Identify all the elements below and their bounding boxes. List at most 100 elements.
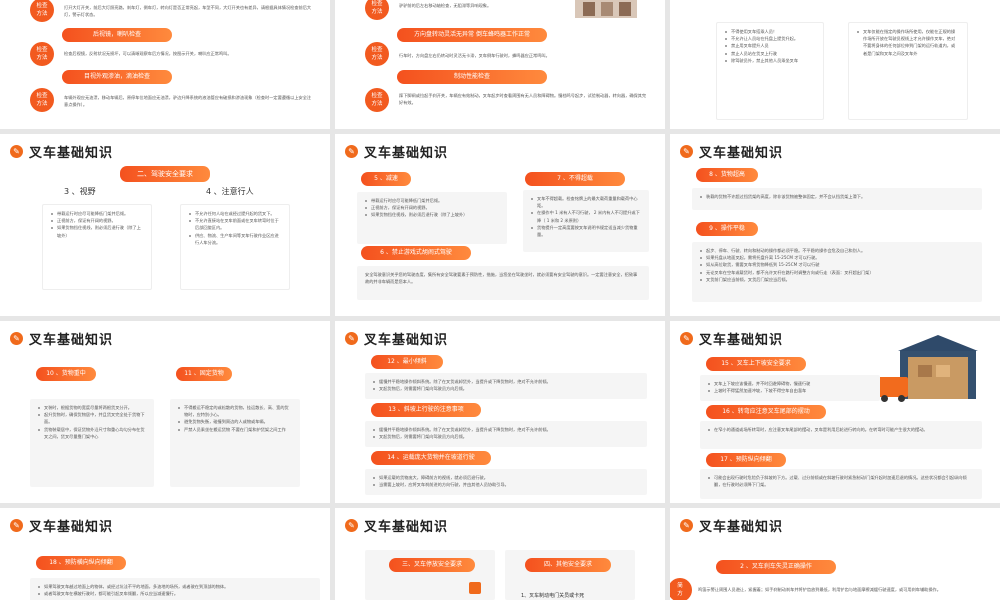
slide-header: ✎ 叉车基础知识	[345, 142, 448, 161]
slide-header: ✎ 叉车基础知识	[680, 329, 783, 348]
pencil-icon: ✎	[345, 145, 358, 158]
section-pill: 2 、叉车刹车失灵正确操作	[716, 560, 836, 574]
section-pill: 6 、禁止游戏式胡闹式驾驶	[361, 246, 471, 260]
section-pill: 9 、操作平稳	[696, 222, 758, 236]
slide-title: 叉车基础知识	[699, 146, 784, 161]
slide-header: ✎ 叉车基础知识	[680, 516, 783, 535]
list-item: 叉车仅能在指定的操作场所使用，仅能在正规的操作场所开放在驾驶员视线上才允许操作叉…	[857, 28, 959, 57]
list-item: 货物提升一定高度要按叉车说明书规定适当减少货物重量。	[531, 224, 641, 238]
method-badge: 检查 方法	[30, 42, 54, 66]
slide-prevent-tipover: ✎ 叉车基础知识 18 、预防横向纵向倾翻 如果驾驶叉车越过地面上的物体，或经过坑…	[0, 508, 330, 600]
rules-box: 不允许任何人站在或经过提升起的货叉下。 不允许直接站在叉车前面或在叉车转弯时位于后…	[180, 204, 290, 290]
list-item: 禁止用叉车提升人员	[725, 42, 815, 49]
slide-speed-overload: ✎ 叉车基础知识 5 、减速 7 、不得超载 带载运行时应尽可能降低门架并后倾。正…	[335, 134, 665, 316]
section-pill: 后视镜，喇叭检查	[62, 28, 172, 42]
section-pill: 16 、转弯应注意叉车尾部的摆动	[706, 405, 826, 419]
section-pill: 三、叉车停放安全要求	[389, 558, 475, 572]
list-item: 避免货物失衡，碰撞到周边的人或物或车辆。	[178, 418, 292, 425]
slide-title: 叉车基础知识	[29, 146, 114, 161]
slide-title: 叉车基础知识	[699, 520, 784, 535]
method-badge: 检查 方法	[30, 0, 54, 22]
subheading: 4 、注意行人	[206, 187, 254, 196]
section-pill: 方向盘转动灵活无异常 倒车蜂鸣器工作正常	[397, 28, 547, 42]
rules-box: 起步、停车、行驶、转向和制动的操作都必须平稳。不平稳的操作会危及自己和别人。 如果…	[692, 242, 982, 302]
list-item: 上坡时不得猛然加速冲坡，下坡不得空车自由溜车	[708, 387, 872, 394]
list-item: 叉装时，根据货物的宽度尽量将两根货叉分开。	[38, 404, 146, 411]
warehouse-illustration	[878, 335, 984, 405]
slide-cargo-center: ✎ 叉车基础知识 10 、货物重中 11 、固定货物 叉装时，根据货物的宽度尽量将…	[0, 321, 330, 503]
section-pill: 11 、固定货物	[176, 367, 232, 381]
list-item: 如果货物挡住视线，则必须后退行驶（除了上坡外）	[51, 224, 143, 238]
method-badge: 检查 方法	[30, 88, 54, 112]
list-item: 不得搬运不稳定的或松散的货物，挂运散长、高、宽的货物时，应特别小心。	[178, 404, 292, 418]
list-item: 禁止人员站在货叉上行驶	[725, 50, 815, 57]
list-item: 正视前方，保证有开阔的视野。	[51, 217, 143, 224]
list-item: 可能会出现行驶时危险负于斜坡的下方。过载、过分前倾或在斜坡行驶时紧急制动/门架升…	[708, 474, 974, 488]
method-badge: 检查 方法	[365, 0, 389, 20]
rules-box: 如果运载的货物庞大，障碍前方的视线，就必须后退行驶。 当需要上坡时，应将叉车刹前进…	[365, 469, 647, 495]
list-item: 叉车不得超载。检查铭牌上的最大载荷重量和载荷中心距。	[531, 195, 641, 209]
list-item: 无论叉车在空车或载货时，都不允许叉杆在路行时调整方向或行走（表面：叉杆超出门架）	[700, 269, 974, 276]
slide-parking-other: ✎ 叉车基础知识 三、叉车停放安全要求 四、其他安全要求 1、叉车制动电门关员或卡…	[335, 508, 665, 600]
list-item: 不得使用叉车搭乘人员！	[725, 28, 815, 35]
list-item: 叉起货物后，则需要将门架向驾驶员方向后倾。	[373, 433, 639, 440]
pencil-icon: ✎	[680, 332, 693, 345]
rules-box: 缓慢并平稳地操作倾斜系统。除了在叉货或卸货外，当提升或下降货物时，绝对不允许前倾…	[365, 421, 647, 447]
slide-steering-brake-check: 检查 方法 驴驴前的后左右移动轴检查，无阻滞等异响现象。 方向盘转动灵活无异常 倒…	[335, 0, 665, 129]
section-pill: 二、驾驶安全要求	[120, 166, 210, 182]
section-pill: 目视外观渗油，滴油检查	[62, 70, 172, 84]
section-pill: 17 、预防纵向倾翻	[706, 453, 786, 467]
method-badge: 检查 方法	[365, 42, 389, 66]
list-item: 叉车上下坡应该慢速，并不时回避障碍物，慢速行驶	[708, 380, 872, 387]
list-item: 供应、物流、生产车间等叉车行驶作业区应进行人车分流。	[189, 232, 281, 246]
list-item: 缓慢并平稳地操作倾斜系统。除了在叉货或卸货外，当提升或下降货物时，绝对不允许前倾…	[373, 426, 639, 433]
list-item: 货物装载居中，保证货物外沿尺寸和重心均匀分布在货叉之间，货叉尽量靠门架中心	[38, 426, 146, 440]
section-pill: 8 、货物超高	[696, 168, 758, 182]
list-item: 在窄小的通道或场所转弯时，应注意叉车尾部的摆动，叉车是利用后轮进行转向的。在转弯…	[708, 426, 974, 433]
list-item: 如从高位取货，需要叉车将货物降低到 15-25CM 才可以行驶	[700, 261, 974, 268]
method-text: 驴驴前的后左右移动轴检查，无阻滞等异响现象。	[399, 3, 492, 8]
method-text: 鸣笛示警让周围人员避让，紧握着；如手刹制动刹车并将铲齿放到最低，利用铲齿与地面摩…	[698, 587, 941, 592]
list-item: 起步、停车、行驶、转向和制动的操作都必须平稳。不平稳的操作会危及自己和别人。	[700, 247, 974, 254]
slide-slope-turn: ✎ 叉车基础知识 15 、叉车上下坡安全要求 叉车上下坡应该慢速，并不时回避障碍物…	[670, 321, 1000, 503]
list-item: 不允许让人员站在托盘上提货升起。	[725, 35, 815, 42]
slide-header: ✎ 叉车基础知识	[10, 329, 113, 348]
rules-box: 可能会出现行驶时危险负于斜坡的下方。过载、过分前倾或在斜坡行驶时紧急制动/门架升…	[700, 469, 982, 499]
list-item: 如果货物挡住视线，则必须后退行驶（除了上坡外）	[365, 211, 499, 218]
rules-box: 带载运行时应尽可能降低门架并后倾。 正视前方，保证有开阔的视野。 如果货物挡住视线，…	[42, 204, 152, 290]
slide-title: 叉车基础知识	[29, 333, 114, 348]
method-text: 检查后视镜，反射状况无损坏，可以清晰观察车后方情况，按图示开关，喇叭应正常鸣叫。	[64, 51, 232, 56]
method-text: 行车时，方向盘左右仍转动时灵活无卡滞，叉车倒车行驶时，蜂鸣器应正常鸣叫。	[399, 53, 550, 58]
rules-box: 叉装时，根据货物的宽度尽量将两根货叉分开。 起升货物时，确保货物居中，并且货叉完全…	[30, 399, 154, 487]
list-item: 不允许任何人站在或经过提升起的货叉下。	[189, 210, 281, 217]
pencil-icon: ✎	[680, 145, 693, 158]
method-badge: 检查 方法	[365, 88, 389, 112]
slide-header: ✎ 叉车基础知识	[345, 516, 448, 535]
slide-no-passengers: 不得使用叉车搭乘人员！ 不允许让人员站在托盘上提货升起。 禁止用叉车提升人员 禁止人员…	[670, 0, 1000, 129]
list-item: 起升货物时，确保货物居中，并且货叉完全处于货物下面。	[38, 411, 146, 425]
subheading: 3 、视野	[64, 187, 96, 196]
slide-tilt-slope: ✎ 叉车基础知识 12 、最小倾斜 缓慢并平稳地操作倾斜系统。除了在叉货或卸货外，…	[335, 321, 665, 503]
slide-lights-check: 检查 方法 打开大灯开关，前后大灯照亮路，刹车灯，倒车灯，转向灯是否正常亮起，车型…	[0, 0, 330, 129]
rules-box: 安全驾驶意识关乎您的驾驶态度，集所有安全驾驶要素于预防性，措施，当您坐在驾驶坐时…	[357, 266, 649, 300]
method-text: 踩下脚闸或拉起手刹开关，车辆应有效制动，叉车起步时查看周围有无人员和障碍物。慢档…	[399, 93, 647, 105]
list-item: 当需要上坡时，应将叉车刹前进的方向行驶，并由其他人员协助引导。	[373, 481, 639, 488]
slide-header: ✎ 叉车基础知识	[10, 142, 113, 161]
list-item: 如果托盘从地面叉起，需将托盘升离 15-25CM 才可以行驶。	[700, 254, 974, 261]
slide-brake-failure: ✎ 叉车基础知识 2 、叉车刹车失灵正确操作 简方 鸣笛示警让周围人员避让，紧握着…	[670, 508, 1000, 600]
method-text: 打开大灯开关，前后大灯照亮路，刹车灯，倒车灯，转向灯是否正常亮起，车型不同，大灯…	[64, 5, 312, 17]
slide-driving-safety: ✎ 叉车基础知识 二、驾驶安全要求 3 、视野 4 、注意行人 带载运行时应尽可能…	[0, 134, 330, 316]
list-item: 严禁人员乘坐在搬运货物 不要在门架和护货架之间工作	[178, 426, 292, 433]
rules-box: 带载运行时应尽可能降低门架并后倾。 正视前方，保证有开阔的视野。 如果货物挡住视线，…	[357, 192, 507, 244]
method-badge: 简方	[670, 578, 692, 600]
rules-box: 缓慢并平稳地操作倾斜系统。除了在叉货或卸货外，当提升或下降货物时，绝对不允许前倾…	[365, 373, 647, 399]
list-item: 缓慢并平稳地操作倾斜系统。除了在叉货或卸货外，当提升或下降货物时，绝对不允许前倾…	[373, 378, 639, 385]
rules-box-left: 不得使用叉车搭乘人员！ 不允许让人员站在托盘上提货升起。 禁止用叉车提升人员 禁止人员…	[716, 22, 824, 120]
list-item: 叉货前门架应当前倾，叉货后门架应当后倾。	[700, 276, 974, 283]
slide-header: ✎ 叉车基础知识	[680, 142, 783, 161]
pencil-icon: ✎	[10, 145, 23, 158]
slide-title: 叉车基础知识	[699, 333, 784, 348]
warehouse-photo	[575, 0, 637, 18]
list-item: 不允许直接站在叉车前面或在叉车转弯时位于后部回旋区内。	[189, 217, 281, 231]
pencil-icon: ✎	[10, 519, 23, 532]
